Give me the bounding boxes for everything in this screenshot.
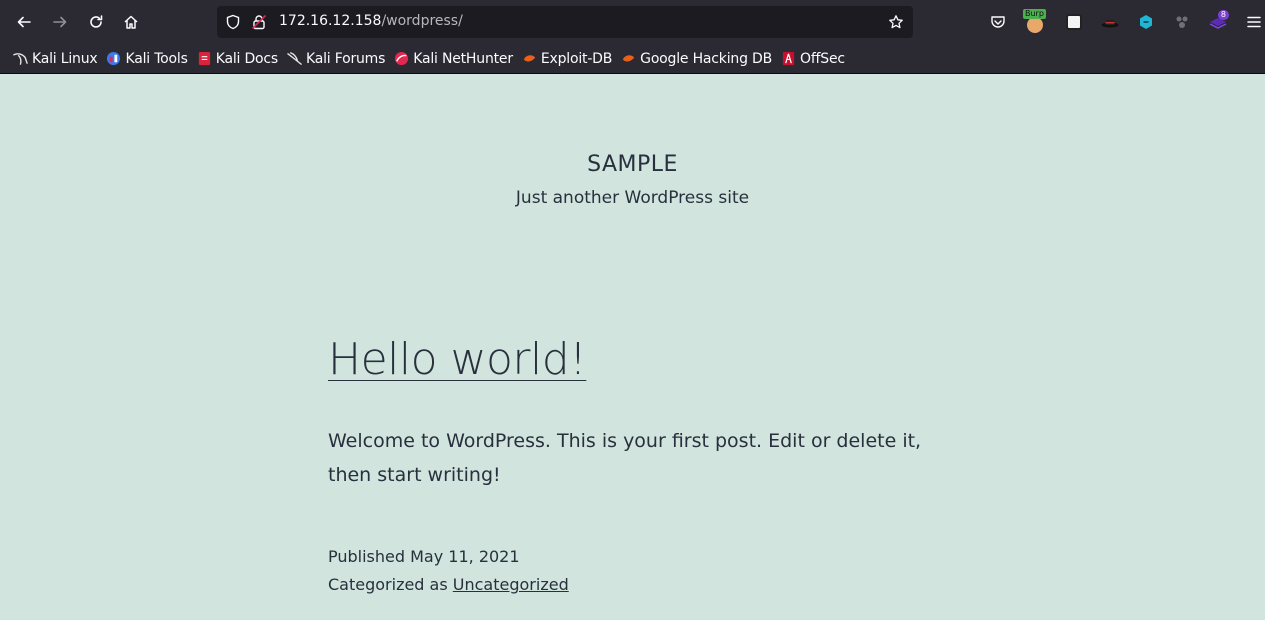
arrow-left-icon [17, 16, 31, 28]
extension-count-badge: 8 [1217, 10, 1229, 20]
panda-extension-button[interactable] [1061, 8, 1087, 36]
hat-icon [1101, 19, 1119, 28]
hat-extension-button[interactable] [1097, 8, 1123, 36]
home-icon [124, 15, 138, 29]
bookmark-label: Kali Docs [215, 50, 278, 67]
burp-extension-button[interactable]: Burp [1022, 8, 1048, 36]
bookmark-label: Kali NetHunter [413, 50, 513, 67]
url-bar[interactable]: 172.16.12.158/wordpress/ [217, 6, 913, 38]
url-text[interactable]: 172.16.12.158/wordpress/ [279, 13, 463, 29]
forward-button[interactable] [46, 8, 74, 36]
stack-extension-button[interactable]: 8 [1205, 8, 1231, 36]
bookmark-kali-nethunter[interactable]: Kali NetHunter [391, 47, 519, 71]
bookmark-label: Kali Linux [32, 50, 98, 67]
bookmark-label: Google Hacking DB [640, 50, 772, 67]
arrow-right-icon [53, 16, 67, 28]
puzzle-extension-button[interactable] [1169, 8, 1195, 36]
bookmark-label: Kali Tools [125, 50, 188, 67]
bookmarks-toolbar: Kali Linux Kali Tools Kali Docs Kali For… [0, 44, 1265, 73]
wappalyzer-extension-button[interactable] [1133, 8, 1159, 36]
bookmark-exploit-db[interactable]: Exploit-DB [519, 47, 618, 71]
bookmark-label: Kali Forums [305, 50, 386, 67]
offsec-icon [782, 51, 795, 66]
published-label: Published [328, 547, 406, 566]
bookmark-google-hacking-db[interactable]: Google Hacking DB [618, 47, 778, 71]
menu-button[interactable] [1241, 8, 1265, 36]
reload-button[interactable] [82, 8, 110, 36]
exploitdb-icon [523, 55, 535, 62]
pocket-icon [991, 16, 1005, 28]
url-host: 172.16.12.158 [279, 13, 382, 29]
category-link[interactable]: Uncategorized [453, 575, 569, 594]
bookmark-label: Exploit-DB [540, 50, 613, 67]
bookmark-offsec[interactable]: OffSec [778, 47, 851, 71]
hamburger-menu-icon [1247, 16, 1261, 28]
insecure-lock-icon[interactable] [251, 14, 267, 30]
post-content: Welcome to WordPress. This is your first… [328, 430, 922, 486]
bookmark-kali-forums[interactable]: Kali Forums [284, 47, 391, 71]
site-description: Just another WordPress site [515, 188, 750, 208]
published-date: May 11, 2021 [410, 547, 520, 566]
kali-dragon-icon [13, 53, 28, 65]
bookmark-label: OffSec [800, 50, 845, 67]
nethunter-icon [395, 51, 409, 66]
home-button[interactable] [117, 8, 145, 36]
reload-icon [90, 15, 103, 28]
kali-tools-icon [107, 51, 121, 66]
wappalyzer-icon [1140, 15, 1152, 29]
burp-badge: Burp [1023, 9, 1046, 19]
bookmark-kali-linux[interactable]: Kali Linux [10, 47, 103, 71]
burp-icon [1027, 17, 1043, 33]
kali-docs-icon [198, 51, 210, 66]
star-icon[interactable] [888, 14, 904, 30]
post-category: Categorized as Uncategorized [328, 571, 569, 599]
shield-icon[interactable] [225, 14, 241, 30]
post-published: Published May 11, 2021 [328, 543, 569, 571]
puzzle-icon [1176, 16, 1188, 28]
pocket-button[interactable] [985, 8, 1011, 36]
site-title[interactable]: SAMPLE [0, 152, 1265, 177]
bookmark-kali-docs[interactable]: Kali Docs [194, 47, 284, 71]
back-button[interactable] [10, 8, 38, 36]
post-title-link[interactable]: Hello world! [328, 334, 587, 385]
chrome-divider [0, 73, 1265, 74]
extension-panda-icon [1066, 14, 1082, 30]
ghdb-icon [623, 55, 635, 62]
kali-forums-icon [287, 52, 302, 65]
bookmark-kali-tools[interactable]: Kali Tools [103, 47, 193, 71]
browser-toolbar: 172.16.12.158/wordpress/ Burp 8 [0, 0, 1265, 44]
category-label: Categorized as [328, 575, 448, 594]
url-path: /wordpress/ [381, 13, 463, 29]
post-meta: Published May 11, 2021 Categorized as Un… [328, 543, 569, 599]
